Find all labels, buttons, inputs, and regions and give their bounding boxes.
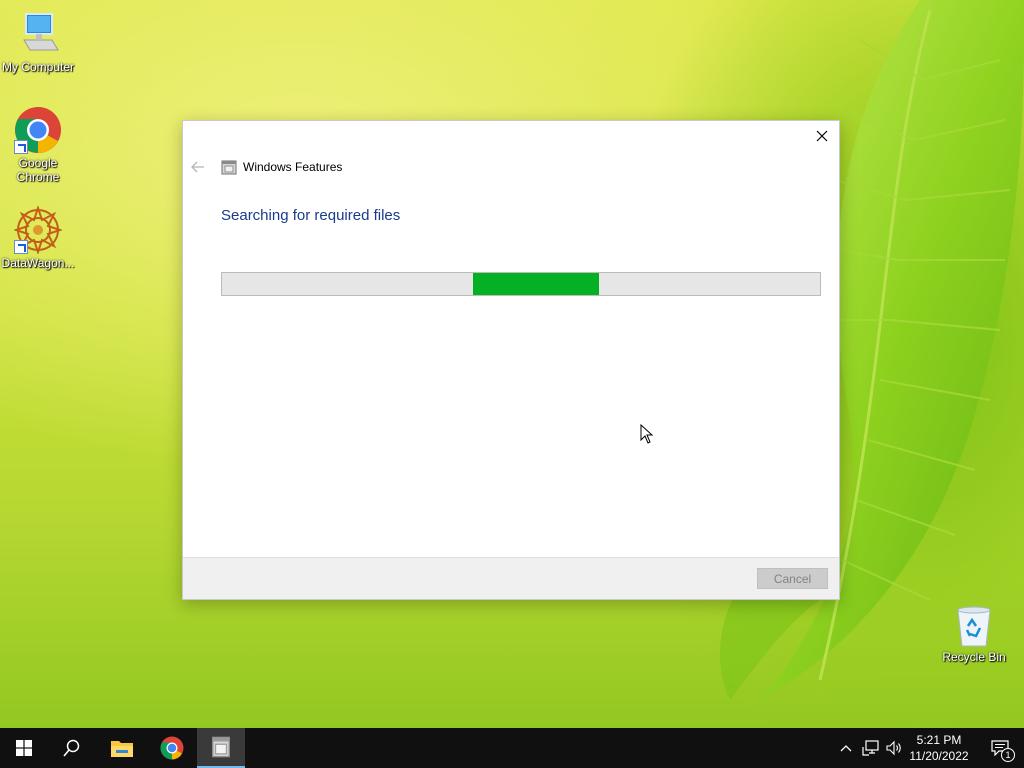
search-button[interactable] xyxy=(48,728,96,768)
clock-date: 11/20/2022 xyxy=(909,749,969,763)
desktop-icon-datawagon[interactable]: DataWagon... xyxy=(0,204,76,270)
volume-button[interactable] xyxy=(884,738,904,758)
desktop-icon-label: DataWagon... xyxy=(1,256,75,270)
taskbar: 5:21 PM 11/20/2022 1 xyxy=(0,728,1024,768)
datawagon-icon xyxy=(12,204,64,256)
back-arrow-icon xyxy=(191,161,204,173)
desktop-icon-recycle-bin[interactable]: Recycle Bin xyxy=(936,604,1012,664)
status-heading: Searching for required files xyxy=(221,207,401,224)
taskbar-file-explorer[interactable] xyxy=(98,728,146,768)
dialog-header: Windows Features xyxy=(191,157,342,177)
desktop-icon-label: Recycle Bin xyxy=(942,650,1006,664)
chrome-icon xyxy=(160,736,184,760)
volume-icon xyxy=(886,740,901,756)
progress-bar-fill xyxy=(473,273,599,295)
clock-time: 5:21 PM xyxy=(916,733,962,747)
shortcut-arrow-icon xyxy=(14,140,28,154)
cancel-button[interactable]: Cancel xyxy=(757,568,828,589)
network-button[interactable] xyxy=(861,738,881,758)
dialog-footer: Cancel xyxy=(183,557,839,599)
desktop-icon-label: Google Chrome xyxy=(16,156,60,184)
mouse-cursor-icon xyxy=(640,424,654,444)
recycle-bin-icon xyxy=(954,604,994,648)
desktop-icon-my-computer[interactable]: My Computer xyxy=(0,10,76,74)
taskbar-chrome[interactable] xyxy=(148,728,196,768)
file-explorer-icon xyxy=(111,741,133,757)
windows-features-icon xyxy=(221,160,237,175)
progress-bar xyxy=(221,272,821,296)
windows-features-icon xyxy=(212,736,230,758)
search-icon xyxy=(63,739,80,757)
close-button[interactable] xyxy=(805,121,839,151)
shortcut-arrow-icon xyxy=(14,240,28,254)
desktop-icon-label: My Computer xyxy=(1,60,75,74)
action-center-button[interactable]: 1 xyxy=(980,728,1020,768)
start-button[interactable] xyxy=(0,728,48,768)
back-button[interactable] xyxy=(191,159,207,175)
computer-icon xyxy=(14,10,62,58)
desktop-icon-google-chrome[interactable]: Google Chrome xyxy=(0,106,76,184)
taskbar-clock[interactable]: 5:21 PM 11/20/2022 xyxy=(904,732,974,764)
notification-count-badge: 1 xyxy=(1001,748,1015,762)
windows-features-dialog: Windows Features Searching for required … xyxy=(182,120,840,600)
taskbar-windows-features[interactable] xyxy=(197,728,245,768)
chrome-icon xyxy=(14,106,62,154)
show-hidden-icons-button[interactable] xyxy=(836,738,856,758)
close-icon xyxy=(816,130,828,142)
dialog-title: Windows Features xyxy=(243,160,343,174)
chevron-up-icon xyxy=(840,745,852,752)
start-icon xyxy=(16,740,32,756)
network-icon xyxy=(862,740,879,756)
